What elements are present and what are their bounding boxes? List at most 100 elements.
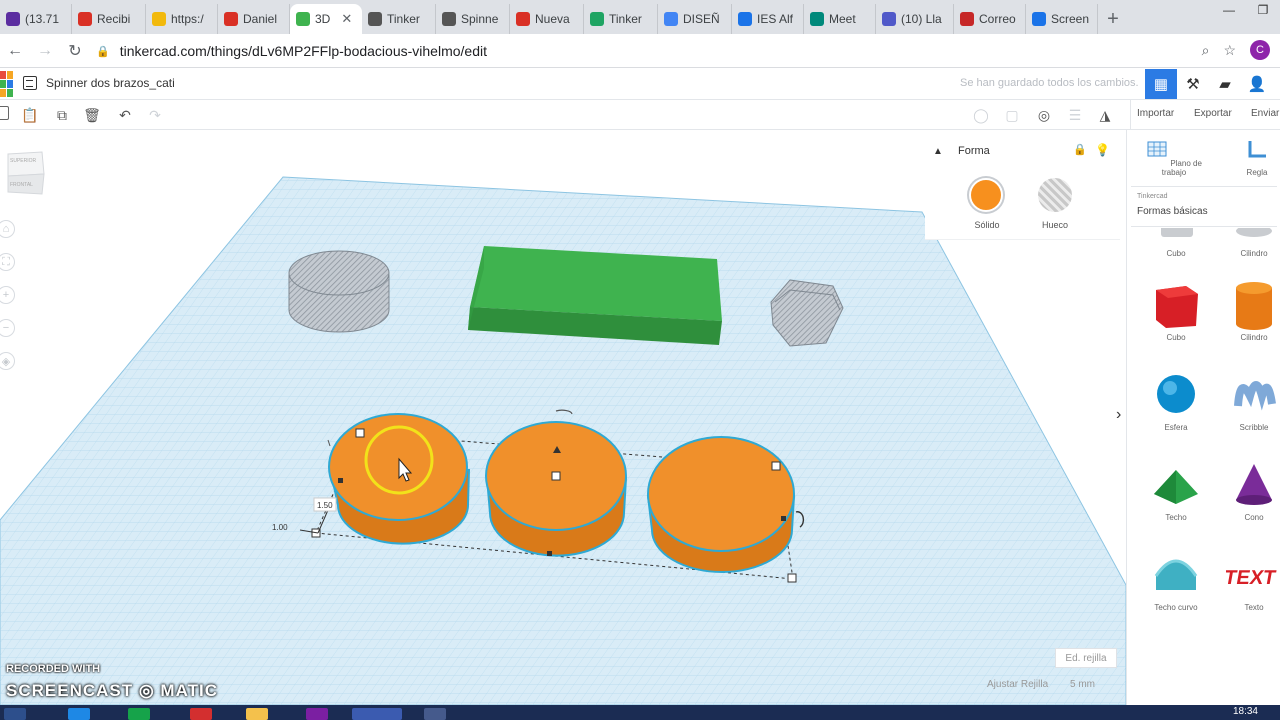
browser-tab[interactable]: https:/ <box>146 4 218 34</box>
add-user-icon[interactable]: 👤 <box>1241 69 1273 99</box>
clock: 18:34 <box>1232 706 1258 717</box>
align-icon[interactable]: ☰ <box>1066 106 1084 124</box>
gear-icon <box>442 12 456 26</box>
browser-tab[interactable]: Correo <box>954 4 1026 34</box>
ruler-tool[interactable]: Regla <box>1235 138 1279 177</box>
app-icon-2[interactable] <box>306 708 328 720</box>
hole-cylinder[interactable] <box>288 250 390 333</box>
shape-cubo[interactable]: Cubo <box>1142 276 1210 342</box>
browser-tab[interactable]: Recibi <box>72 4 146 34</box>
browser-tab-title: (13.71 <box>25 12 60 26</box>
shape-techo-curvo[interactable]: Techo curvo <box>1142 546 1210 612</box>
orange-cylinder-3[interactable] <box>646 436 796 573</box>
orange-cylinder-1[interactable] <box>328 413 471 545</box>
reload-button[interactable]: ↻ <box>60 41 90 61</box>
recorder-watermark-top: RECORDED WITH <box>6 663 101 675</box>
lock-icon[interactable]: 🔒 <box>1073 143 1087 156</box>
shape-techo[interactable]: Techo <box>1142 456 1210 522</box>
shape-texto[interactable]: TEXT Texto <box>1220 546 1280 612</box>
restore-button[interactable]: ❐ <box>1246 0 1280 22</box>
minimize-button[interactable]: — <box>1212 0 1246 22</box>
library-select[interactable]: Formas básicas <box>1137 206 1208 217</box>
tinkercad-icon <box>296 12 310 26</box>
view-switcher: ▦ ⚒ ▰ 👤 <box>1145 69 1273 99</box>
hole-swatch[interactable] <box>1038 178 1072 212</box>
copy-icon[interactable] <box>0 106 9 120</box>
workplane-tool[interactable]: Plano de trabajo <box>1141 138 1207 177</box>
browser-tab-title: 3D <box>315 12 331 26</box>
duplicate-icon[interactable]: ⧉ <box>53 106 71 124</box>
os-taskbar: 18:34 <box>0 705 1280 720</box>
light-bulb-icon[interactable]: 💡 <box>1095 143 1110 157</box>
shape-scribble[interactable]: Scribble <box>1220 366 1280 432</box>
orange-cylinder-2[interactable] <box>485 421 628 557</box>
tinkercad-logo[interactable] <box>0 71 13 97</box>
bricks-view-icon[interactable]: ▰ <box>1209 69 1241 99</box>
blocks-view-icon[interactable]: ⚒ <box>1177 69 1209 99</box>
edit-toolbar: 📋 ⧉ 🗑 ↶ ↷ ◯ ▢ ◎ ☰ ◮ Importar Exportar En… <box>0 100 1280 130</box>
note-icon[interactable]: ◯ <box>972 106 990 124</box>
browser-tab[interactable]: Spinne <box>436 4 510 34</box>
close-tab-icon[interactable]: ✕ <box>341 11 352 27</box>
green-box[interactable] <box>468 246 722 345</box>
browser-tab[interactable]: Meet <box>804 4 876 34</box>
zoom-icon[interactable]: ⌕ <box>1202 42 1210 59</box>
browser-tab[interactable]: Tinker <box>362 4 436 34</box>
solid-color-swatch[interactable] <box>969 178 1003 212</box>
dim-label-b[interactable]: 1.00 <box>272 523 288 532</box>
delete-icon[interactable]: 🗑 <box>83 106 101 124</box>
folder-icon[interactable] <box>246 708 268 720</box>
browser-tab[interactable]: Screen <box>1026 4 1098 34</box>
profile-avatar[interactable]: C <box>1250 40 1270 60</box>
grid-view-icon[interactable]: ▦ <box>1145 69 1177 99</box>
browser-tab[interactable]: 3D ✕ <box>290 4 362 34</box>
side-handle-right[interactable] <box>781 516 786 521</box>
shape-esfera[interactable]: Esfera <box>1142 366 1210 432</box>
browser-tab[interactable]: IES Alf <box>732 4 804 34</box>
shape-cilindro[interactable]: Cilindro <box>1220 228 1280 258</box>
shape-cilindro[interactable]: Cilindro <box>1220 276 1280 342</box>
show-all-icon[interactable]: ◎ <box>1035 106 1053 124</box>
chrome-icon[interactable] <box>352 708 402 720</box>
mirror-icon[interactable]: ◮ <box>1096 106 1114 124</box>
snap-grid-label: Ajustar Rejilla <box>987 679 1049 690</box>
design-title[interactable]: Spinner dos brazos_cati <box>46 76 175 90</box>
export-button[interactable]: Exportar <box>1194 108 1232 119</box>
import-button[interactable]: Importar <box>1137 108 1174 119</box>
bookmark-star-icon[interactable]: ☆ <box>1223 42 1236 59</box>
shape-cubo[interactable]: Cubo <box>1142 228 1210 258</box>
redo-icon[interactable]: ↷ <box>146 106 164 124</box>
browser-tab[interactable]: DISEÑ <box>658 4 732 34</box>
shape-cono[interactable]: Cono <box>1220 456 1280 522</box>
comment-icon[interactable]: ▢ <box>1003 106 1021 124</box>
snap-grid-select[interactable]: 5 mm <box>1070 679 1095 690</box>
shape-label: Texto <box>1244 603 1264 612</box>
paste-icon[interactable]: 📋 <box>21 106 39 124</box>
back-button[interactable]: ← <box>0 42 30 60</box>
browser-tab[interactable]: (10) Lla <box>876 4 954 34</box>
app-icon-1[interactable] <box>190 708 212 720</box>
shapes-grid: Cubo Cilindro Cubo Cilindro Esfera Scribble Te… <box>1127 228 1280 705</box>
browser-tab[interactable]: Nueva <box>510 4 584 34</box>
side-handle-left[interactable] <box>338 478 343 483</box>
shape-thumbnail-icon <box>1226 456 1280 512</box>
browser-tab[interactable]: Daniel <box>218 4 290 34</box>
design-menu-icon[interactable] <box>23 76 37 90</box>
edit-grid-button[interactable]: Ed. rejilla <box>1055 648 1117 668</box>
forward-button[interactable]: → <box>30 42 60 60</box>
app-icon-3[interactable] <box>424 708 446 720</box>
start-icon[interactable] <box>4 708 26 720</box>
edge-icon[interactable] <box>68 708 90 720</box>
panel-toggle-icon[interactable]: › <box>1116 406 1121 424</box>
url-bar[interactable]: 🔒 tinkercad.com/things/dLv6MP2FFlp-bodac… <box>96 39 1226 63</box>
browser-tab[interactable]: (13.71 <box>0 4 72 34</box>
send-button[interactable]: Enviar <box>1251 108 1279 119</box>
browser-tab[interactable]: Tinker <box>584 4 658 34</box>
view-cube[interactable]: SUPERIOR FRONTAL <box>4 150 46 196</box>
undo-icon[interactable]: ↶ <box>116 106 134 124</box>
shape-thumbnail-icon <box>1148 456 1204 512</box>
collapse-caret-icon[interactable]: ▲ <box>933 146 943 157</box>
side-handle-bottom[interactable] <box>547 551 552 556</box>
store-icon[interactable] <box>128 708 150 720</box>
new-tab-button[interactable]: + <box>1098 4 1128 34</box>
